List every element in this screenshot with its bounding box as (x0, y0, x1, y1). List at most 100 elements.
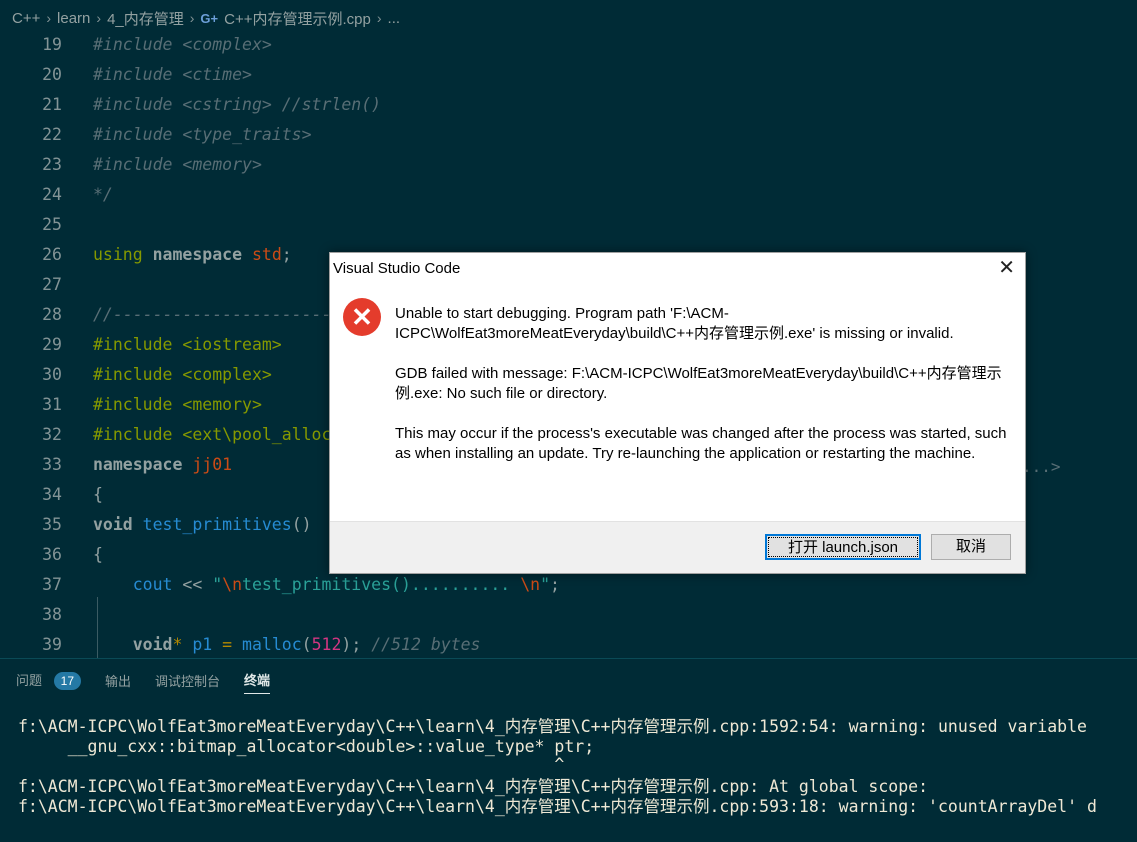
close-icon[interactable]: ✕ (998, 255, 1015, 281)
code-line[interactable]: 24 */ (0, 180, 1137, 210)
tab-terminal[interactable]: 终端 (244, 670, 271, 694)
code-token: namespace (93, 455, 193, 474)
line-number: 27 (42, 275, 62, 294)
code-token: ; (550, 575, 560, 594)
code-line[interactable]: 20 #include <ctime> (0, 60, 1137, 90)
code-token: () (291, 515, 312, 534)
code-text: #include <complex> (93, 30, 272, 60)
line-number: 38 (42, 605, 62, 624)
code-line[interactable]: 21 #include <cstring> //strlen() (0, 90, 1137, 120)
line-number: 31 (42, 395, 62, 414)
terminal-line: __gnu_cxx::bitmap_allocator<double>::val… (18, 737, 595, 756)
code-token: " (212, 575, 223, 594)
code-token: ); (341, 635, 372, 654)
open-launch-json-button[interactable]: 打开 launch.json (765, 534, 921, 560)
code-text: #include <complex> (93, 360, 272, 390)
line-number: 21 (42, 95, 62, 114)
line-number: 33 (42, 455, 62, 474)
code-line[interactable]: 19 #include <complex> (0, 30, 1137, 60)
error-dialog: Visual Studio Code ✕ ✕ Unable to start d… (329, 252, 1026, 574)
code-token: #include <type_traits> (93, 125, 312, 144)
code-token: //512 bytes (371, 635, 481, 654)
code-token: ; (281, 245, 292, 264)
code-line[interactable]: 37 cout << "\ntest_primitives().........… (0, 570, 1137, 600)
line-number: 19 (42, 35, 62, 54)
code-line[interactable]: 22 #include <type_traits> (0, 120, 1137, 150)
code-line[interactable]: 25 (0, 210, 1137, 240)
code-text: #include <ctime> (93, 60, 252, 90)
dialog-message-paragraph: Unable to start debugging. Program path … (395, 305, 954, 342)
dialog-message: Unable to start debugging. Program path … (395, 304, 1015, 484)
code-line[interactable]: 38 (0, 600, 1137, 630)
line-number: 37 (42, 575, 62, 594)
breadcrumb-item-folder[interactable]: 4_内存管理 (107, 8, 184, 29)
panel-tabs: 问题 17 输出 调试控制台 终端 (16, 670, 294, 694)
breadcrumb-item-symbol[interactable]: ... (388, 10, 401, 27)
code-token: #include <memory> (93, 155, 262, 174)
terminal-line: f:\ACM-ICPC\WolfEat3moreMeatEveryday\C++… (18, 777, 929, 796)
code-line[interactable]: 39 void* p1 = malloc(512); //512 bytes (0, 630, 1137, 660)
code-token: #include <complex> (93, 35, 272, 54)
tab-output[interactable]: 输出 (105, 671, 131, 694)
code-text: #include <memory> (93, 390, 262, 420)
code-token: = (222, 635, 243, 654)
code-token: test_primitives().......... (242, 575, 521, 594)
dialog-title: Visual Studio Code (333, 260, 461, 277)
code-token: 512 (311, 635, 342, 654)
line-number: 26 (42, 245, 62, 264)
dialog-message-paragraph: GDB failed with message: F:\ACM-ICPC\Wol… (395, 365, 1002, 402)
code-token: * (172, 635, 193, 654)
code-token: { (93, 545, 103, 564)
chevron-right-icon: › (189, 10, 195, 26)
code-text: #include <cstring> //strlen() (93, 90, 381, 120)
code-text: #include <memory> (93, 150, 262, 180)
code-token: #include <complex> (93, 365, 272, 384)
code-token: << (182, 575, 213, 594)
dialog-footer: 打开 launch.json 取消 (330, 521, 1025, 573)
breadcrumb-item-cpp[interactable]: C++ (12, 10, 40, 27)
line-number: 32 (42, 425, 62, 444)
chevron-right-icon: › (46, 10, 52, 26)
tab-debug-console[interactable]: 调试控制台 (155, 671, 220, 694)
breadcrumb-item-file[interactable]: C++内存管理示例.cpp (224, 8, 371, 29)
cancel-button[interactable]: 取消 (931, 534, 1011, 560)
line-number: 20 (42, 65, 62, 84)
line-number: 30 (42, 365, 62, 384)
tab-problems[interactable]: 问题 17 (16, 670, 81, 694)
error-icon: ✕ (343, 298, 381, 336)
line-number: 22 (42, 125, 62, 144)
code-token: #include <iostream> (93, 335, 282, 354)
line-number: 24 (42, 185, 62, 204)
code-token: #include <ext\pool_alloca (93, 425, 342, 444)
code-token: #include <memory> (93, 395, 262, 414)
code-text: */ (93, 180, 113, 210)
breadcrumb-item-learn[interactable]: learn (57, 10, 90, 27)
code-token: \n (222, 575, 243, 594)
cpp-file-icon: G+ (200, 10, 219, 26)
code-text: #include <type_traits> (93, 120, 312, 150)
code-token: void (93, 635, 173, 654)
code-text: { (93, 480, 103, 510)
code-text: void* p1 = malloc(512); //512 bytes (93, 630, 481, 660)
code-token: cout (93, 575, 183, 594)
bottom-panel: 问题 17 输出 调试控制台 终端 f:\ACM-ICPC\WolfEat3mo… (0, 658, 1137, 842)
code-token: { (93, 485, 103, 504)
code-text: using namespace std; (93, 240, 292, 270)
code-token: */ (93, 185, 113, 204)
code-token: malloc (242, 635, 302, 654)
code-token: ( (301, 635, 312, 654)
code-text: cout << "\ntest_primitives().......... \… (93, 570, 560, 600)
line-number: 28 (42, 305, 62, 324)
code-token: namespace (152, 245, 252, 264)
code-token: jj01 (192, 455, 233, 474)
problems-count-badge: 17 (53, 672, 81, 690)
dialog-message-paragraph: This may occur if the process's executab… (395, 425, 1007, 462)
terminal-line: f:\ACM-ICPC\WolfEat3moreMeatEveryday\C++… (18, 717, 1087, 736)
code-line[interactable]: 23 #include <memory> (0, 150, 1137, 180)
code-token: test_primitives (142, 515, 292, 534)
terminal-line: ^ (18, 755, 565, 774)
line-number: 39 (42, 635, 62, 654)
code-token: void (93, 515, 143, 534)
line-number: 25 (42, 215, 62, 234)
line-number: 34 (42, 485, 62, 504)
